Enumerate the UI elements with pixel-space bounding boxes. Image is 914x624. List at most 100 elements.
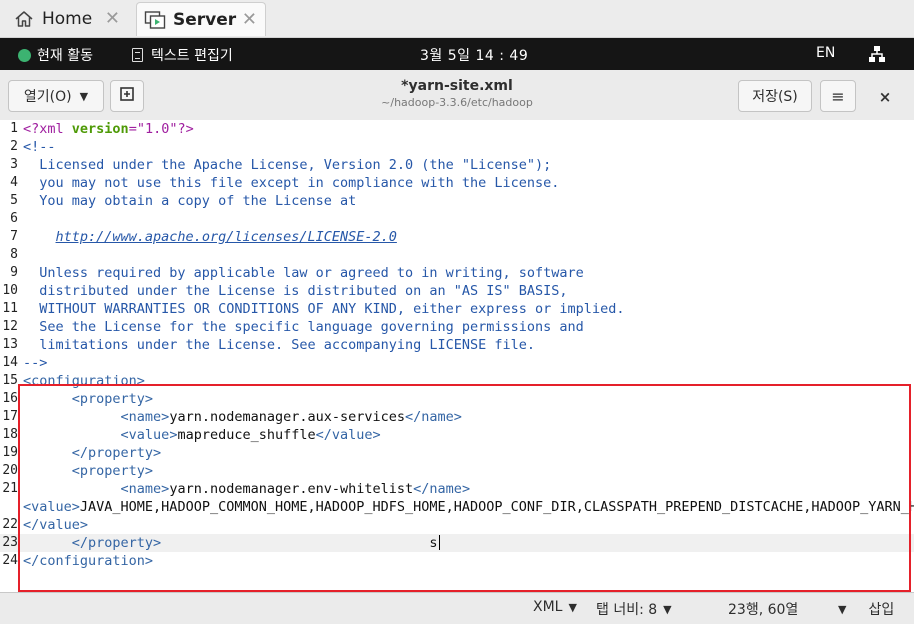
tab-width-label: 탭 너비: 8: [596, 602, 658, 618]
chevron-down-icon: ▼: [838, 602, 847, 616]
code-line[interactable]: 8: [0, 246, 914, 264]
token-comment: limitations under the License. See accom…: [23, 337, 536, 353]
line-number: 2: [10, 139, 18, 154]
home-icon: [10, 8, 38, 30]
tab-server-close-icon[interactable]: ✕: [242, 9, 257, 30]
line-text: <name>yarn.nodemanager.aux-services</nam…: [23, 408, 914, 426]
code-line[interactable]: 20 <property>: [0, 462, 914, 480]
app-menu-label: 텍스트 편집기: [151, 48, 233, 64]
code-line[interactable]: 16 <property>: [0, 390, 914, 408]
document-path: ~/hadoop-3.3.6/etc/hadoop: [381, 96, 533, 109]
line-text: <value>JAVA_HOME,HADOOP_COMMON_HOME,HADO…: [23, 498, 914, 516]
token-tag: <property>: [71, 463, 154, 479]
gnome-top-bar: 현재 활동 텍스트 편집기 3월 5일 14 : 49 EN: [0, 38, 914, 70]
chevron-down-icon: ▼: [663, 602, 672, 616]
code-line[interactable]: <value>JAVA_HOME,HADOOP_COMMON_HOME,HADO…: [0, 498, 914, 516]
token-comment: [23, 229, 56, 245]
hamburger-menu-button[interactable]: ≡: [820, 80, 856, 112]
token-text: yarn.nodemanager.env-whitelist: [169, 481, 414, 497]
line-number: 8: [10, 247, 18, 262]
tab-server-label: Server: [173, 9, 237, 30]
line-text: <?xml version="1.0"?>: [23, 120, 914, 138]
token-text: mapreduce_shuffle: [177, 427, 316, 443]
line-number: 16: [2, 391, 18, 406]
syntax-language-selector[interactable]: XML ▼: [533, 599, 577, 615]
cursor-position-label: 23행, 60열: [728, 602, 799, 618]
token-text: s: [161, 535, 438, 551]
code-line[interactable]: 22 </value>: [0, 516, 914, 534]
code-line[interactable]: 10 distributed under the License is dist…: [0, 282, 914, 300]
line-text: WITHOUT WARRANTIES OR CONDITIONS OF ANY …: [23, 300, 914, 318]
vm-console-icon: [141, 9, 169, 31]
code-line[interactable]: 14 -->: [0, 354, 914, 372]
code-line[interactable]: 6: [0, 210, 914, 228]
token-link: http://www.apache.org/licenses/LICENSE-2…: [55, 229, 397, 245]
code-line[interactable]: 4 you may not use this file except in co…: [0, 174, 914, 192]
open-button[interactable]: 열기(O) ▼: [8, 80, 104, 112]
code-line[interactable]: 11 WITHOUT WARRANTIES OR CONDITIONS OF A…: [0, 300, 914, 318]
token-comment: You may obtain a copy of the License at: [23, 193, 357, 209]
line-number: 11: [2, 301, 18, 316]
code-line[interactable]: 15 <configuration>: [0, 372, 914, 390]
code-line[interactable]: 17 <name>yarn.nodemanager.aux-services</…: [0, 408, 914, 426]
line-text: </configuration>: [23, 552, 914, 570]
code-line[interactable]: 12 See the License for the specific lang…: [0, 318, 914, 336]
code-line[interactable]: 19 </property>: [0, 444, 914, 462]
activities-button[interactable]: 현재 활동: [18, 45, 93, 65]
tab-server[interactable]: Server ✕: [136, 2, 266, 36]
code-line[interactable]: 5 You may obtain a copy of the License a…: [0, 192, 914, 210]
token-tag: </name>: [405, 409, 462, 425]
token-pi: <?xml: [23, 121, 72, 137]
editor-header-bar: 열기(O) ▼ *yarn-site.xml ~/hadoop-3.3.6/et…: [0, 70, 914, 122]
line-text: </value>: [23, 516, 914, 534]
new-document-icon: [119, 86, 135, 106]
code-line[interactable]: 1 <?xml version="1.0"?>: [0, 120, 914, 138]
line-text: distributed under the License is distrib…: [23, 282, 914, 300]
line-text: </property> s: [23, 534, 914, 552]
code-line[interactable]: 18 <value>mapreduce_shuffle</value>: [0, 426, 914, 444]
new-document-button[interactable]: [110, 80, 144, 112]
token-comment: Unless required by applicable law or agr…: [23, 265, 584, 281]
code-line[interactable]: 2 <!--: [0, 138, 914, 156]
token-tag: <name>: [120, 481, 170, 497]
line-number: 18: [2, 427, 18, 442]
save-button[interactable]: 저장(S): [738, 80, 812, 112]
token-pi: ?>: [177, 121, 194, 137]
code-line[interactable]: 7 http://www.apache.org/licenses/LICENSE…: [0, 228, 914, 246]
token-comment: <!--: [23, 139, 56, 155]
token-tag: <value>: [120, 427, 178, 443]
code-line[interactable]: 3 Licensed under the Apache License, Ver…: [0, 156, 914, 174]
clock[interactable]: 3월 5일 14 : 49: [420, 45, 528, 65]
hamburger-menu-icon: ≡: [831, 86, 845, 106]
line-number: 6: [10, 211, 18, 226]
code-line[interactable]: 23 </property> s: [0, 534, 914, 552]
activities-label: 현재 활동: [37, 48, 93, 64]
app-menu[interactable]: 텍스트 편집기: [132, 45, 233, 65]
code-line[interactable]: 13 limitations under the License. See ac…: [0, 336, 914, 354]
code-line[interactable]: 9 Unless required by applicable law or a…: [0, 264, 914, 282]
insert-mode-selector[interactable]: ▼ 삽입: [838, 599, 894, 619]
line-text: you may not use this file except in comp…: [23, 174, 914, 192]
token-pi: =: [128, 121, 137, 137]
document-title: *yarn-site.xml: [401, 78, 513, 94]
line-number: 14: [2, 355, 18, 370]
line-text: Unless required by applicable law or agr…: [23, 264, 914, 282]
input-language-indicator[interactable]: EN: [816, 45, 835, 61]
tab-home-label: Home: [42, 9, 93, 29]
code-line[interactable]: 21 <name>yarn.nodemanager.env-whitelist<…: [0, 480, 914, 498]
text-editor-area[interactable]: 1 <?xml version="1.0"?> 2 <!-- 3 Licensed un…: [0, 120, 914, 590]
line-text: http://www.apache.org/licenses/LICENSE-2…: [23, 228, 914, 246]
tab-width-selector[interactable]: 탭 너비: 8 ▼: [596, 599, 672, 619]
line-text: <value>mapreduce_shuffle</value>: [23, 426, 914, 444]
tab-home-close-icon[interactable]: ✕: [105, 8, 120, 29]
token-comment: See the License for the specific languag…: [23, 319, 584, 335]
tab-home[interactable]: Home ✕: [6, 2, 128, 36]
line-number: 22: [2, 517, 18, 532]
close-window-button[interactable]: ×: [868, 84, 902, 110]
line-number: 7: [10, 229, 18, 244]
line-text: <property>: [23, 390, 914, 408]
code-line[interactable]: 24 </configuration>: [0, 552, 914, 570]
network-wired-icon[interactable]: [868, 45, 886, 63]
